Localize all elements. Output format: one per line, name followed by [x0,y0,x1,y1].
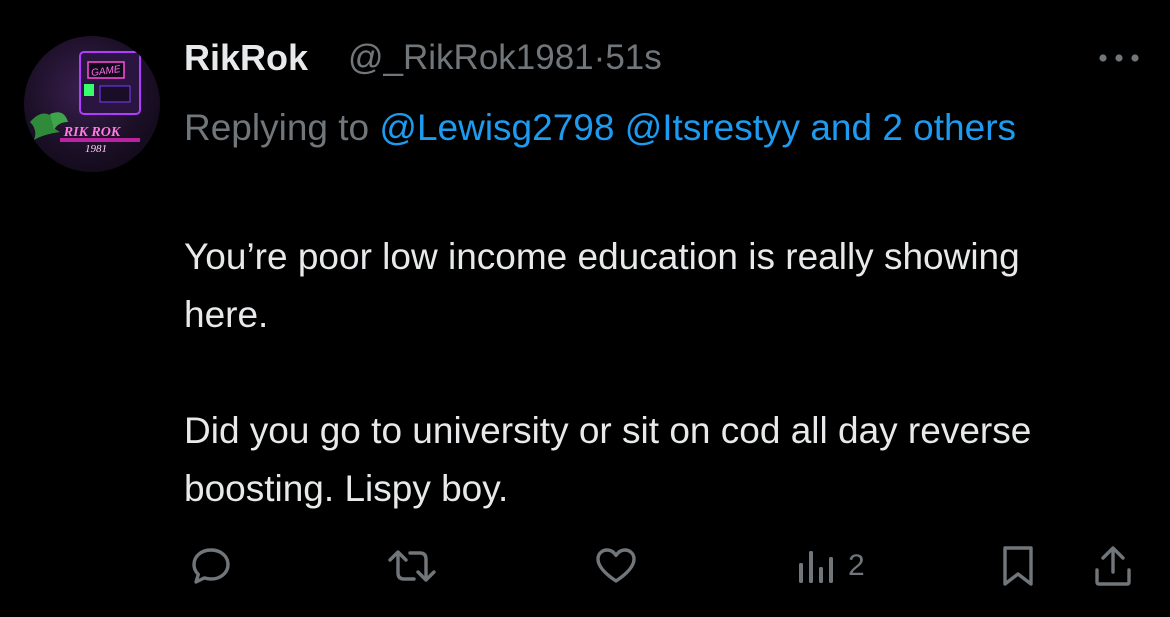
like-button[interactable] [594,544,638,588]
bookmark-icon [1003,546,1033,586]
tweet-body: You’re poor low income education is real… [184,228,1104,518]
avatar-image: GAME RIK ROK 1981 [30,51,141,155]
views-button[interactable]: 2 [796,544,865,588]
bar-chart-icon [799,551,833,583]
avatar-logo-text: RIK ROK [63,125,122,140]
bookmark-button[interactable] [1000,544,1036,588]
views-count: 2 [848,549,865,582]
heart-icon [596,548,636,583]
retweet-button[interactable] [386,544,438,588]
share-icon [1095,546,1131,586]
tweet-paragraph-2: Did you go to university or sit on cod a… [184,410,1032,509]
more-options-button[interactable] [1096,46,1142,70]
tweet-meta: @_RikRok1981·51s [348,36,662,80]
meta-separator: · [593,38,606,77]
more-dots-icon [1099,54,1139,62]
mention-lewisg2798[interactable]: @Lewisg2798 [379,107,614,148]
user-handle[interactable]: @_RikRok1981 [348,38,594,77]
replying-to-label: Replying to [184,107,380,148]
others-link[interactable]: and 2 others [810,107,1016,148]
display-name[interactable]: RikRok [184,36,308,80]
mention-itsrestyy[interactable]: @Itsrestyy [625,107,800,148]
replying-to-line: Replying to @Lewisg2798 @Itsrestyy and 2… [184,96,1084,160]
share-button[interactable] [1092,544,1134,588]
speech-bubble-icon [192,548,230,584]
retweet-icon [388,550,436,582]
tweet-paragraph-1: You’re poor low income education is real… [184,236,1020,335]
reply-button[interactable] [190,544,232,588]
avatar[interactable]: GAME RIK ROK 1981 [24,36,160,172]
avatar-logo-subtext: 1981 [85,143,107,155]
tweet-time[interactable]: 51s [605,38,661,77]
